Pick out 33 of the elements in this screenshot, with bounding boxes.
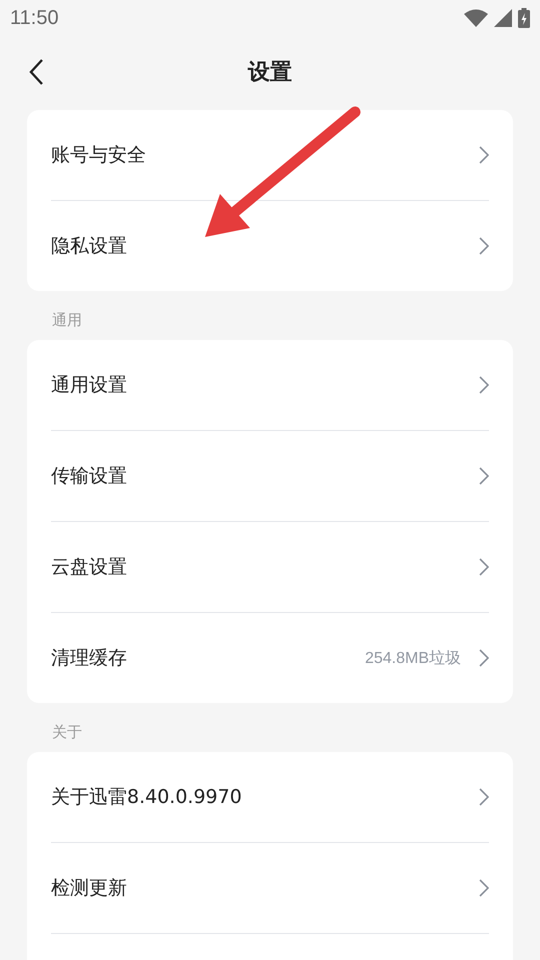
item-value: 254.8MB垃圾	[364, 648, 461, 668]
status-time: 11:50	[10, 6, 59, 30]
item-label: 关于迅雷8.40.0.9970	[51, 785, 243, 810]
item-label: 隐私设置	[51, 234, 128, 259]
section-title: 关于	[52, 723, 82, 741]
settings-item[interactable]: 隐私设置	[51, 201, 489, 291]
settings-item[interactable]: 通用设置	[51, 340, 489, 431]
settings-item[interactable]: 检测更新	[51, 843, 489, 934]
chevron-icon	[479, 146, 489, 164]
wifi-icon	[464, 9, 488, 27]
settings-item[interactable]: 关于迅雷8.40.0.9970	[51, 752, 489, 843]
item-label: 云盘设置	[51, 555, 128, 580]
chevron-icon	[479, 467, 489, 485]
item-label: 账号与安全	[51, 143, 147, 168]
item-label: 清理缓存	[51, 646, 128, 671]
settings-item[interactable]: 清理缓存 254.8MB垃圾	[51, 613, 489, 703]
settings-item[interactable]: 传输设置	[51, 431, 489, 522]
settings-item[interactable]: 账号与安全	[51, 110, 489, 201]
chevron-icon	[479, 649, 489, 667]
chevron-icon	[479, 237, 489, 255]
page-title: 设置	[248, 59, 292, 87]
back-icon[interactable]	[28, 58, 44, 86]
item-label: 通用设置	[51, 373, 128, 398]
item-label: 检测更新	[51, 876, 128, 901]
settings-item[interactable]: 云盘设置	[51, 522, 489, 613]
item-label: 传输设置	[51, 464, 128, 489]
battery-icon	[518, 8, 530, 28]
signal-icon	[494, 9, 512, 27]
chevron-icon	[479, 879, 489, 897]
chevron-icon	[479, 376, 489, 394]
section-title: 通用	[52, 311, 82, 329]
chevron-icon	[479, 558, 489, 576]
chevron-icon	[479, 788, 489, 806]
